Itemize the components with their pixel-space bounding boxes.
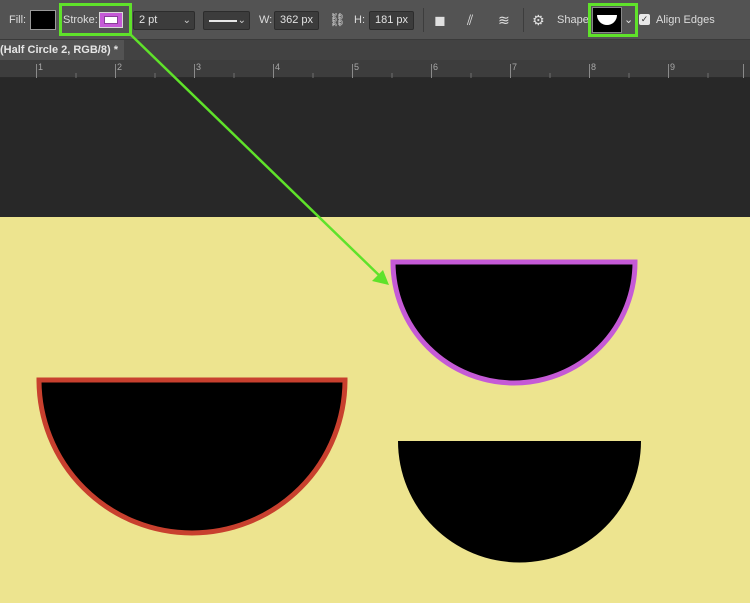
half-circle-purple-stroke[interactable] [390, 259, 638, 386]
half-circle-red-stroke[interactable] [36, 377, 348, 536]
canvas-overlay [36, 33, 641, 563]
annotation-arrow [129, 33, 389, 285]
half-circle-no-stroke[interactable] [398, 441, 641, 563]
